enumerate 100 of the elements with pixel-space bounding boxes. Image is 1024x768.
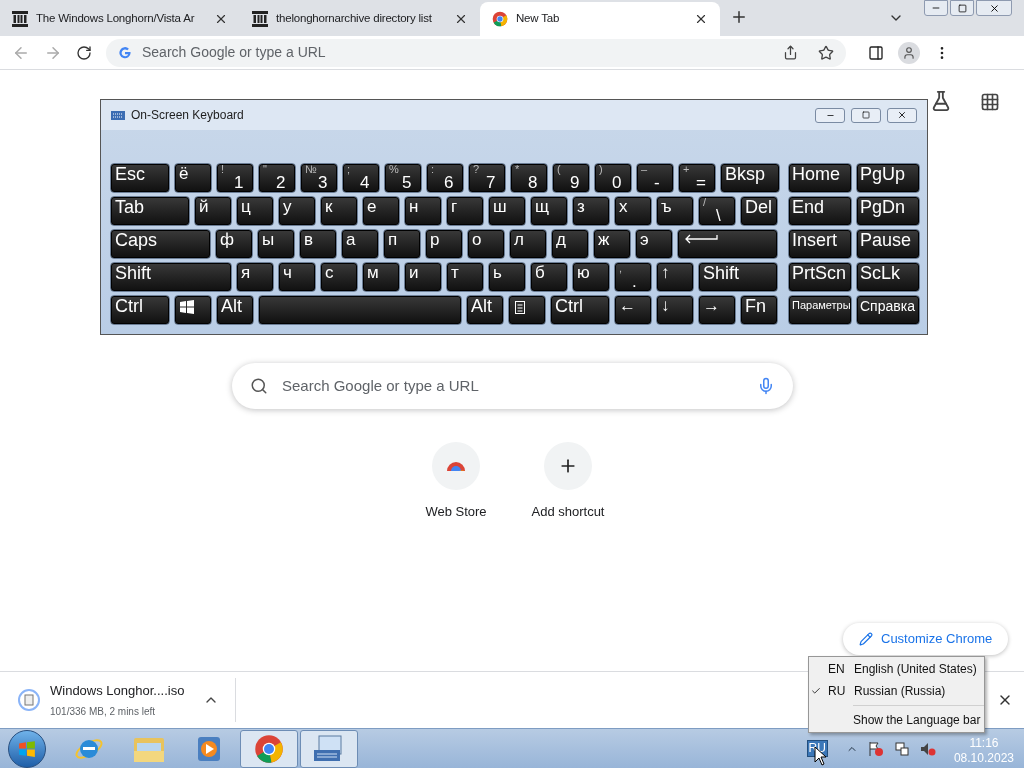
- keyboard-key[interactable]: ж: [593, 229, 631, 259]
- keyboard-key[interactable]: ш: [488, 196, 526, 226]
- keyboard-key[interactable]: у: [278, 196, 316, 226]
- keyboard-key[interactable]: н: [404, 196, 442, 226]
- keyboard-key[interactable]: щ: [530, 196, 568, 226]
- keyboard-key[interactable]: р: [425, 229, 463, 259]
- labs-flask-icon[interactable]: [930, 90, 952, 112]
- apps-grid-icon[interactable]: [980, 92, 1000, 112]
- browser-tab[interactable]: The Windows Longhorn/Vista Ar: [0, 2, 240, 36]
- keyboard-key[interactable]: е: [362, 196, 400, 226]
- keyboard-key[interactable]: м: [362, 262, 400, 292]
- keyboard-key[interactable]: с: [320, 262, 358, 292]
- keyboard-key[interactable]: э: [635, 229, 673, 259]
- minimize-button[interactable]: [924, 0, 948, 16]
- keyboard-key[interactable]: Del: [740, 196, 778, 226]
- windows-key[interactable]: [174, 295, 212, 325]
- keyboard-key[interactable]: Справка: [856, 295, 920, 325]
- customize-chrome-button[interactable]: Customize Chrome: [843, 623, 1009, 655]
- keyboard-key[interactable]: я: [236, 262, 274, 292]
- keyboard-key[interactable]: Ctrl: [550, 295, 610, 325]
- keyboard-key[interactable]: з: [572, 196, 610, 226]
- keyboard-key[interactable]: д: [551, 229, 589, 259]
- reload-icon[interactable]: [76, 44, 92, 61]
- keyboard-key[interactable]: ; 4: [342, 163, 380, 193]
- keyboard-key[interactable]: ↓: [656, 295, 694, 325]
- keyboard-key[interactable]: + =: [678, 163, 716, 193]
- browser-tab[interactable]: thelonghornarchive directory list: [240, 2, 480, 36]
- language-menu-item[interactable]: EN English (United States): [809, 658, 984, 680]
- language-menu-item[interactable]: RU Russian (Russia): [809, 680, 984, 702]
- keyboard-key[interactable]: Ctrl: [110, 295, 170, 325]
- keyboard-key[interactable]: Alt: [216, 295, 254, 325]
- keyboard-key[interactable]: ( 9: [552, 163, 590, 193]
- keyboard-key[interactable]: и: [404, 262, 442, 292]
- keyboard-key[interactable]: а: [341, 229, 379, 259]
- keyboard-key[interactable]: № 3: [300, 163, 338, 193]
- keyboard-key[interactable]: ↑: [656, 262, 694, 292]
- side-panel-icon[interactable]: [868, 44, 884, 61]
- keyboard-key[interactable]: Alt: [466, 295, 504, 325]
- keyboard-key[interactable]: ScLk: [856, 262, 920, 292]
- keyboard-key[interactable]: й: [194, 196, 232, 226]
- keyboard-key[interactable]: ю: [572, 262, 610, 292]
- browser-tab[interactable]: New Tab: [480, 2, 720, 36]
- keyboard-key[interactable]: л: [509, 229, 547, 259]
- keyboard-key[interactable]: ъ: [656, 196, 694, 226]
- keyboard-key[interactable]: PrtScn: [788, 262, 852, 292]
- keyboard-key[interactable]: ё: [174, 163, 212, 193]
- restore-button[interactable]: [950, 0, 974, 16]
- keyboard-key[interactable]: : 6: [426, 163, 464, 193]
- keyboard-key[interactable]: Home: [788, 163, 852, 193]
- close-button[interactable]: [887, 107, 917, 123]
- keyboard-key[interactable]: PgUp: [856, 163, 920, 193]
- language-menu-item[interactable]: Show the Language bar: [809, 709, 984, 731]
- profile-avatar[interactable]: [898, 41, 920, 64]
- keyboard-key[interactable]: ←: [614, 295, 652, 325]
- keyboard-key[interactable]: ф: [215, 229, 253, 259]
- search-input[interactable]: Search Google or type a URL: [282, 374, 743, 398]
- search-box[interactable]: Search Google or type a URL: [232, 363, 793, 409]
- keyboard-key[interactable]: ц: [236, 196, 274, 226]
- address-input[interactable]: Search Google or type a URL: [142, 42, 773, 63]
- keyboard-key[interactable]: Shift: [110, 262, 232, 292]
- keyboard-key[interactable]: ь: [488, 262, 526, 292]
- keyboard-key[interactable]: ) 0: [594, 163, 632, 193]
- keyboard-key[interactable]: ч: [278, 262, 316, 292]
- keyboard-key[interactable]: ? 7: [468, 163, 506, 193]
- keyboard-key[interactable]: Tab: [110, 196, 190, 226]
- address-bar[interactable]: Search Google or type a URL: [106, 38, 846, 67]
- enter-key[interactable]: [677, 229, 778, 259]
- keyboard-key[interactable]: о: [467, 229, 505, 259]
- close-icon[interactable]: [454, 12, 468, 26]
- keyboard-key[interactable]: Fn: [740, 295, 778, 325]
- keyboard-key[interactable]: Параметры: [788, 295, 852, 325]
- keyboard-key[interactable]: Esc: [110, 163, 170, 193]
- close-icon[interactable]: [694, 12, 708, 26]
- minimize-button[interactable]: [815, 107, 845, 123]
- close-icon[interactable]: [214, 12, 228, 26]
- keyboard-key[interactable]: " 2: [258, 163, 296, 193]
- keyboard-key[interactable]: т: [446, 262, 484, 292]
- keyboard-key[interactable]: х: [614, 196, 652, 226]
- menu-key[interactable]: [508, 295, 546, 325]
- keyboard-key[interactable]: – -: [636, 163, 674, 193]
- new-tab-icon[interactable]: [730, 8, 748, 26]
- keyboard-key[interactable]: ! 1: [216, 163, 254, 193]
- network-icon[interactable]: [893, 740, 910, 757]
- keyboard-key[interactable]: PgDn: [856, 196, 920, 226]
- keyboard-key[interactable]: п: [383, 229, 421, 259]
- keyboard-key[interactable]: к: [320, 196, 358, 226]
- keyboard-key[interactable]: , .: [614, 262, 652, 292]
- keyboard-key[interactable]: % 5: [384, 163, 422, 193]
- share-icon[interactable]: [783, 45, 798, 60]
- keyboard-key[interactable]: * 8: [510, 163, 548, 193]
- keyboard-key[interactable]: г: [446, 196, 484, 226]
- keyboard-key[interactable]: Bksp: [720, 163, 780, 193]
- keyboard-key[interactable]: Pause: [856, 229, 920, 259]
- keyboard-key[interactable]: End: [788, 196, 852, 226]
- shortcut-tile[interactable]: [544, 442, 592, 490]
- microphone-icon[interactable]: [757, 377, 775, 395]
- keyboard-key[interactable]: Shift: [698, 262, 778, 292]
- keyboard-key[interactable]: ы: [257, 229, 295, 259]
- keyboard-key[interactable]: / \: [698, 196, 736, 226]
- close-button[interactable]: [976, 0, 1012, 16]
